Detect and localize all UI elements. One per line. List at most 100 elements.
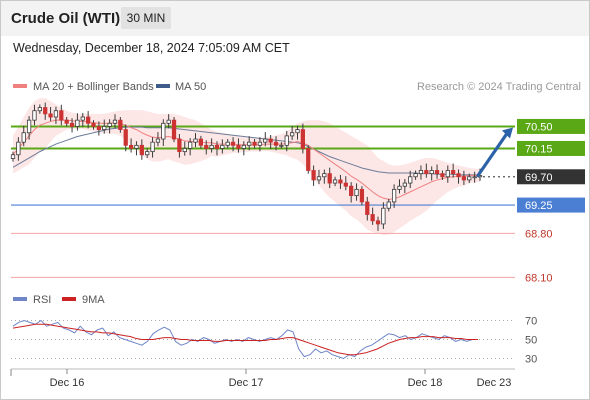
candle — [375, 220, 381, 225]
price-chart: MA 20 + Bollinger Bands MA 50 Research ©… — [10, 81, 585, 389]
level-label-text: 70.50 — [525, 121, 553, 133]
main-plot-area: 70.50 70.15 69.70 69.25 68.80 68.10 — [10, 98, 585, 284]
level-label-text: 70.15 — [525, 143, 553, 155]
candle — [349, 185, 354, 197]
candle — [64, 119, 69, 124]
candle — [370, 214, 375, 222]
candle — [43, 107, 48, 115]
level-label-69-25: 69.25 — [517, 197, 585, 213]
candle — [177, 138, 182, 153]
candle — [32, 110, 37, 121]
candle — [225, 141, 230, 146]
candle — [59, 110, 64, 121]
level-label-69-70: 69.70 — [517, 169, 585, 185]
candle — [69, 122, 75, 127]
candle — [290, 132, 295, 137]
candle — [37, 107, 42, 112]
candle — [279, 144, 284, 147]
candle — [434, 170, 440, 175]
candle — [26, 119, 32, 134]
candle — [155, 138, 161, 143]
candle — [10, 154, 16, 159]
candle — [182, 148, 187, 153]
candle — [311, 170, 316, 181]
candle — [134, 144, 139, 149]
candle — [429, 170, 434, 175]
candle — [80, 116, 85, 121]
candle — [247, 141, 252, 146]
level-label-70-15: 70.15 — [517, 140, 585, 156]
candle — [241, 144, 246, 149]
candle — [467, 176, 472, 181]
level-label-70-50: 70.50 — [517, 118, 585, 134]
candle — [365, 201, 370, 215]
rsi-tick-label: 70 — [525, 316, 537, 328]
candle — [102, 126, 107, 130]
candle — [284, 135, 289, 146]
candle — [145, 151, 150, 156]
level-label-68-10: 68.10 — [525, 272, 553, 284]
candle — [257, 141, 263, 146]
candle — [86, 116, 91, 124]
candle — [418, 170, 424, 175]
rsi-plot-area: 70 50 30 — [11, 316, 537, 366]
attribution-text: Research © 2024 Trading Central — [417, 81, 581, 93]
candle — [107, 122, 112, 127]
candle — [343, 182, 348, 187]
ma50-legend-label: MA 50 — [175, 81, 206, 93]
x-tick-label: Dec 16 — [50, 377, 85, 389]
rsi-legend-label: RSI — [33, 294, 51, 306]
candle — [327, 173, 332, 184]
ma20-legend-label: MA 20 + Bollinger Bands — [33, 81, 154, 93]
candle — [402, 182, 407, 187]
candle — [118, 119, 123, 130]
candle — [300, 129, 305, 149]
candle — [230, 141, 236, 146]
candle — [91, 122, 96, 127]
candle — [440, 173, 445, 178]
ma9-legend-label: 9MA — [82, 294, 105, 306]
rsi-legend: RSI 9MA — [13, 294, 105, 306]
x-tick-label: Dec 18 — [408, 377, 443, 389]
candle — [451, 170, 456, 175]
candle — [204, 144, 209, 149]
rsi-legend-swatch — [13, 297, 27, 301]
candle — [386, 201, 391, 209]
candle — [391, 188, 397, 203]
candle — [123, 129, 128, 146]
candle — [96, 126, 102, 130]
candle — [252, 141, 257, 146]
level-label-text: 69.70 — [525, 172, 553, 184]
rsi-line — [12, 319, 478, 360]
candle — [322, 173, 327, 178]
rsi-tick-label: 30 — [525, 354, 537, 366]
candle — [188, 141, 193, 149]
candle — [397, 185, 402, 190]
candle — [381, 207, 386, 225]
level-label-68-80: 68.80 — [525, 228, 553, 240]
candle — [338, 179, 343, 184]
candle — [316, 176, 322, 181]
ma50-legend-swatch — [156, 84, 170, 88]
candle — [21, 132, 26, 143]
candle — [273, 141, 279, 146]
x-tick-label: Dec 23 — [477, 377, 512, 389]
candle — [171, 119, 177, 140]
level-label-text: 68.10 — [525, 272, 553, 284]
candle — [236, 144, 241, 149]
candle — [193, 138, 198, 143]
level-label-text: 69.25 — [525, 200, 553, 212]
candle — [75, 119, 80, 127]
ma20-legend-swatch — [13, 84, 27, 88]
candle — [128, 144, 134, 149]
candle — [332, 179, 338, 184]
candle — [354, 188, 359, 197]
candle — [150, 141, 155, 153]
candle — [53, 110, 59, 118]
x-tick-label: Dec 17 — [229, 377, 264, 389]
candle — [112, 119, 118, 124]
projection-arrow-shaft — [476, 131, 509, 178]
candle — [166, 119, 171, 124]
candle — [472, 176, 477, 179]
level-label-text: 68.80 — [525, 228, 553, 240]
